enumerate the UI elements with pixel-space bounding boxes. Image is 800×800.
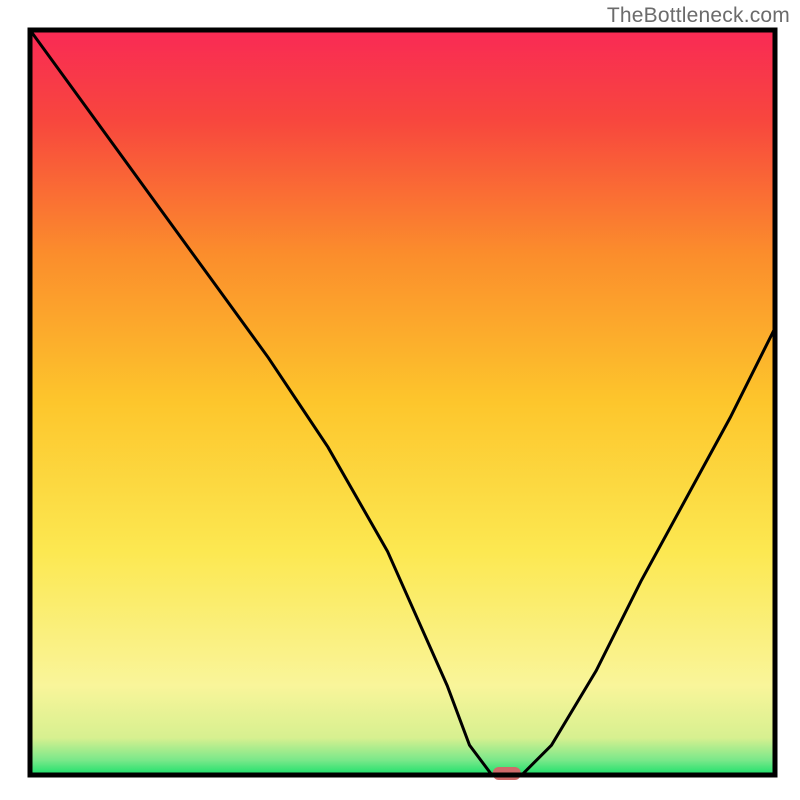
- watermark-text: TheBottleneck.com: [607, 4, 790, 28]
- gradient-background: [30, 30, 775, 775]
- bottleneck-chart: [0, 0, 800, 800]
